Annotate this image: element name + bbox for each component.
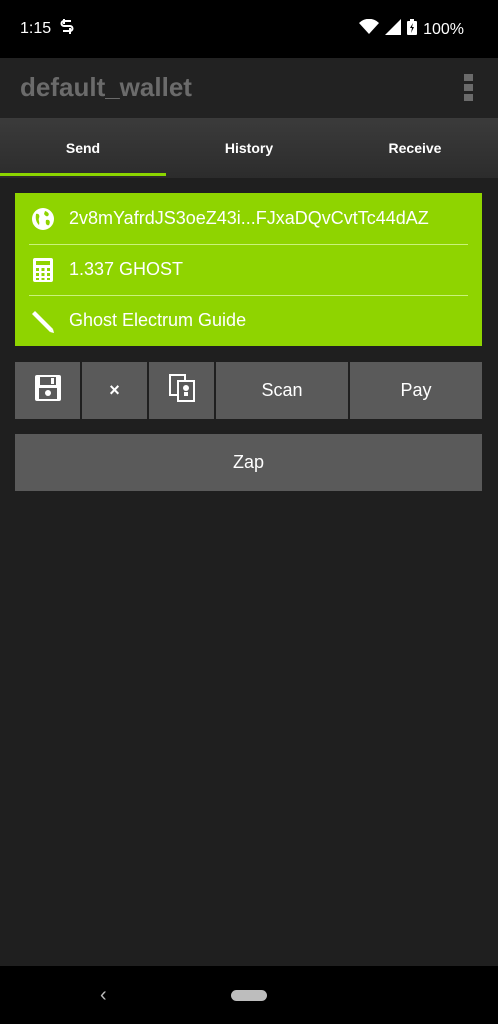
action-buttons: × Scan Pay	[15, 362, 482, 419]
signal-icon	[385, 19, 402, 40]
wallet-title: default_wallet	[20, 72, 192, 102]
back-icon[interactable]: ‹	[100, 984, 107, 1007]
tab-receive[interactable]: Receive	[332, 118, 498, 178]
clear-button[interactable]: ×	[82, 362, 147, 419]
overflow-menu-icon[interactable]	[464, 74, 474, 102]
amount-row[interactable]: 1.337 GHOST	[15, 244, 482, 295]
pencil-icon	[31, 309, 55, 333]
wifi-icon	[359, 18, 380, 40]
clipboard-paste-icon	[168, 374, 195, 407]
sync-icon	[60, 18, 74, 41]
app-bar: default_wallet	[0, 58, 498, 118]
battery-icon	[407, 19, 418, 40]
zap-button[interactable]: Zap	[15, 434, 482, 491]
floppy-disk-icon	[34, 375, 61, 406]
tab-send[interactable]: Send	[0, 118, 166, 178]
recipient-address: 2v8mYafrdJS3oeZ43i...FJxaDQvCvtTc44dAZ	[69, 208, 429, 228]
pay-button[interactable]: Pay	[350, 362, 482, 419]
battery-percent: 100%	[423, 20, 464, 38]
scan-button[interactable]: Scan	[216, 362, 348, 419]
home-pill[interactable]	[231, 990, 267, 1001]
tab-history[interactable]: History	[166, 118, 332, 178]
globe-icon	[31, 207, 55, 231]
calculator-icon	[31, 257, 55, 282]
paste-button[interactable]	[149, 362, 214, 419]
save-button[interactable]	[15, 362, 80, 419]
send-form-card: 2v8mYafrdJS3oeZ43i...FJxaDQvCvtTc44dAZ 1…	[15, 193, 482, 346]
description-value: Ghost Electrum Guide	[69, 310, 247, 330]
status-time: 1:15	[20, 20, 52, 37]
description-row[interactable]: Ghost Electrum Guide	[15, 295, 482, 346]
status-bar: 1:15 100%	[0, 0, 498, 58]
address-row[interactable]: 2v8mYafrdJS3oeZ43i...FJxaDQvCvtTc44dAZ	[15, 193, 482, 244]
tab-bar: Send History Receive	[0, 118, 498, 178]
system-nav-bar: ‹	[0, 966, 498, 1024]
amount-value: 1.337 GHOST	[69, 259, 184, 279]
